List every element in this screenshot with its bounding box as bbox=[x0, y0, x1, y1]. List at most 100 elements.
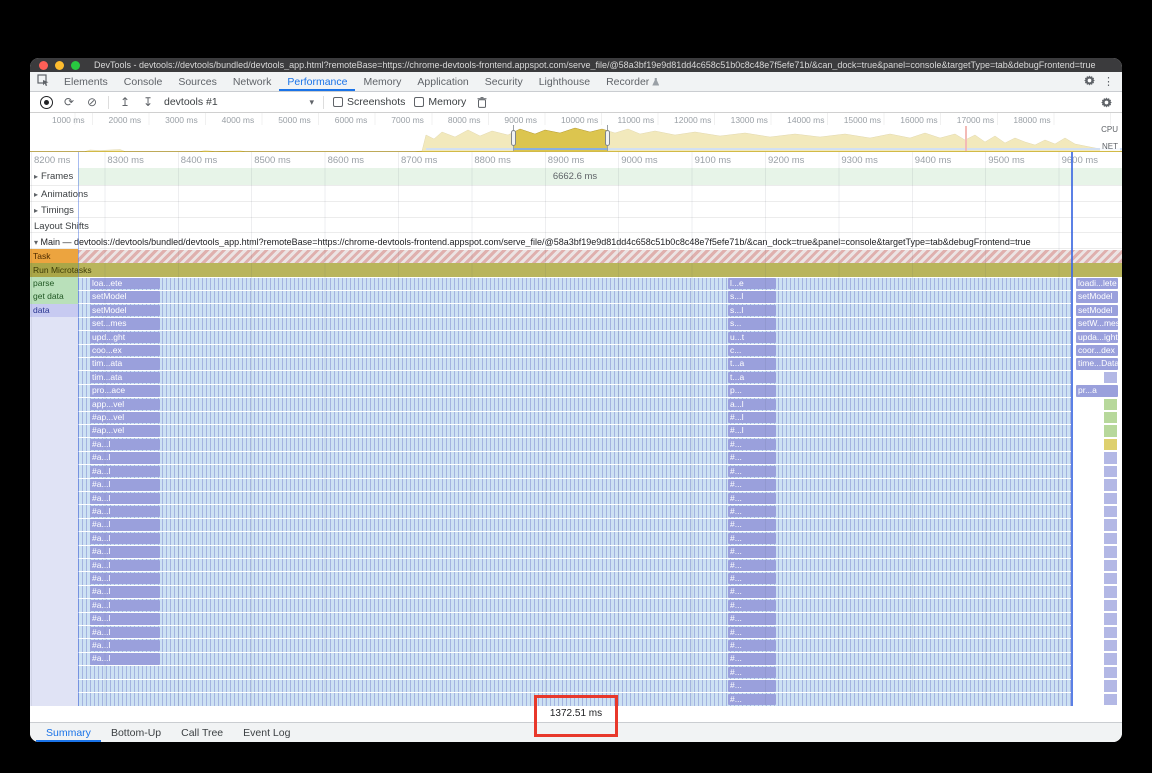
timeline-ruler[interactable]: 8200 ms8300 ms8400 ms8500 ms8600 ms8700 … bbox=[30, 152, 1122, 168]
event-chip[interactable]: setModel bbox=[90, 291, 160, 302]
flame-row[interactable]: #a...l#... bbox=[30, 599, 1122, 612]
tab-recorder[interactable]: Recorder bbox=[598, 72, 667, 91]
main-event-bar[interactable] bbox=[78, 438, 1071, 450]
main-event-bar[interactable] bbox=[78, 546, 1071, 558]
event-chip[interactable]: coo...ex bbox=[90, 345, 160, 356]
event-chip[interactable]: #... bbox=[728, 466, 776, 477]
event-chip[interactable]: #a...l bbox=[90, 466, 160, 477]
memory-checkbox[interactable] bbox=[414, 97, 424, 107]
event-block[interactable] bbox=[1104, 372, 1117, 383]
event-block[interactable] bbox=[1104, 627, 1117, 638]
inspect-element-button[interactable] bbox=[30, 72, 56, 91]
event-block[interactable] bbox=[1104, 519, 1117, 530]
tab-network[interactable]: Network bbox=[225, 72, 280, 91]
flame-row[interactable]: #a...l #... bbox=[30, 478, 1122, 491]
event-chip[interactable]: #a...l bbox=[90, 586, 160, 597]
main-event-bar[interactable] bbox=[78, 693, 1071, 705]
event-chip[interactable]: #... bbox=[728, 653, 776, 664]
event-block[interactable] bbox=[1104, 425, 1117, 436]
load-profile-icon[interactable]: ↧ bbox=[141, 95, 155, 109]
flame-row[interactable]: #a...l#... bbox=[30, 626, 1122, 639]
event-block[interactable] bbox=[1104, 493, 1117, 504]
main-event-bar[interactable] bbox=[78, 291, 1071, 303]
event-chip[interactable]: setModel bbox=[90, 305, 160, 316]
event-chip[interactable]: #... bbox=[728, 452, 776, 463]
main-event-bar[interactable] bbox=[78, 586, 1071, 598]
event-chip[interactable]: #a...l bbox=[90, 519, 160, 530]
event-chip[interactable]: s...l bbox=[728, 291, 776, 302]
minimize-window-button[interactable] bbox=[55, 61, 64, 70]
event-block[interactable] bbox=[1104, 586, 1117, 597]
long-task-bar[interactable] bbox=[78, 250, 1122, 263]
main-event-bar[interactable] bbox=[78, 639, 1071, 651]
event-block[interactable] bbox=[1104, 479, 1117, 490]
collapse-arrow-icon[interactable]: ▾ bbox=[34, 238, 38, 247]
event-chip[interactable]: #a...l bbox=[90, 452, 160, 463]
tab-lighthouse[interactable]: Lighthouse bbox=[531, 72, 598, 91]
flame-row[interactable]: #... bbox=[30, 693, 1122, 706]
event-chip[interactable]: #a...l bbox=[90, 546, 160, 557]
layout-shifts-track[interactable]: Layout Shifts bbox=[30, 218, 1122, 233]
flame-row[interactable]: upd...ghtu...tupda...ight bbox=[30, 331, 1122, 344]
event-chip[interactable]: #... bbox=[728, 439, 776, 450]
event-chip[interactable]: time...Data bbox=[1076, 358, 1118, 369]
main-event-bar[interactable] bbox=[78, 304, 1071, 316]
flame-row[interactable]: set...mess...setW...mes bbox=[30, 317, 1122, 330]
main-event-bar[interactable] bbox=[78, 572, 1071, 584]
event-chip[interactable]: a...l bbox=[728, 399, 776, 410]
event-block[interactable] bbox=[1104, 399, 1117, 410]
main-track-header[interactable]: ▾ Main — devtools://devtools/bundled/dev… bbox=[30, 233, 1122, 249]
event-chip[interactable]: coor...dex bbox=[1076, 345, 1118, 356]
flame-row[interactable]: #ap...vel#...l bbox=[30, 411, 1122, 424]
flame-row[interactable]: #a...l#... bbox=[30, 585, 1122, 598]
event-chip[interactable]: #a...l bbox=[90, 627, 160, 638]
tab-application[interactable]: Application bbox=[409, 72, 476, 91]
event-block[interactable] bbox=[1104, 640, 1117, 651]
event-chip[interactable]: setW...mes bbox=[1076, 318, 1118, 329]
main-event-bar[interactable] bbox=[78, 345, 1071, 357]
event-chip[interactable]: s...l bbox=[728, 305, 776, 316]
event-chip[interactable]: #a...l bbox=[90, 479, 160, 490]
run-microtasks-row[interactable]: Run Microtasks bbox=[30, 263, 1122, 277]
tab-memory[interactable]: Memory bbox=[355, 72, 409, 91]
event-chip[interactable]: #a...l bbox=[90, 653, 160, 664]
event-chip[interactable]: #... bbox=[728, 573, 776, 584]
frames-track[interactable]: ▸ Frames 6662.6 ms bbox=[30, 168, 1122, 186]
main-event-bar[interactable] bbox=[78, 385, 1071, 397]
event-block[interactable] bbox=[1104, 466, 1117, 477]
flame-row[interactable]: parseloa...etel...eloadi...lete bbox=[30, 277, 1122, 290]
clear-icon[interactable]: ⊘ bbox=[85, 95, 99, 109]
tab-sources[interactable]: Sources bbox=[170, 72, 225, 91]
event-chip[interactable]: #... bbox=[728, 533, 776, 544]
main-event-bar[interactable] bbox=[78, 505, 1071, 517]
event-chip[interactable]: loadi...lete bbox=[1076, 278, 1118, 289]
event-chip[interactable]: l...e bbox=[728, 278, 776, 289]
event-chip[interactable]: #... bbox=[728, 479, 776, 490]
event-block[interactable] bbox=[1104, 694, 1117, 705]
event-chip[interactable]: #... bbox=[728, 613, 776, 624]
title-bar[interactable]: DevTools - devtools://devtools/bundled/d… bbox=[30, 58, 1122, 72]
zoom-window-button[interactable] bbox=[71, 61, 80, 70]
event-block[interactable] bbox=[1104, 439, 1117, 450]
flame-row[interactable]: #a...l#... bbox=[30, 438, 1122, 451]
event-chip[interactable]: s... bbox=[728, 318, 776, 329]
main-event-bar[interactable] bbox=[78, 653, 1071, 665]
details-tab-summary[interactable]: Summary bbox=[36, 723, 101, 742]
event-block[interactable] bbox=[1104, 600, 1117, 611]
selection-right-handle[interactable] bbox=[605, 130, 610, 146]
event-block[interactable] bbox=[1104, 412, 1117, 423]
close-window-button[interactable] bbox=[39, 61, 48, 70]
tab-security[interactable]: Security bbox=[477, 72, 531, 91]
details-tab-call-tree[interactable]: Call Tree bbox=[171, 723, 233, 742]
event-chip[interactable]: #a...l bbox=[90, 640, 160, 651]
animations-track[interactable]: ▸ Animations bbox=[30, 186, 1122, 202]
main-event-bar[interactable] bbox=[78, 358, 1071, 370]
event-chip[interactable]: #a...l bbox=[90, 493, 160, 504]
event-block[interactable] bbox=[1104, 560, 1117, 571]
main-event-bar[interactable] bbox=[78, 425, 1071, 437]
event-chip[interactable]: t...a bbox=[728, 358, 776, 369]
event-chip[interactable]: upd...ght bbox=[90, 332, 160, 343]
flame-row[interactable]: #... bbox=[30, 679, 1122, 692]
details-tab-event-log[interactable]: Event Log bbox=[233, 723, 300, 742]
event-block[interactable] bbox=[1104, 506, 1117, 517]
